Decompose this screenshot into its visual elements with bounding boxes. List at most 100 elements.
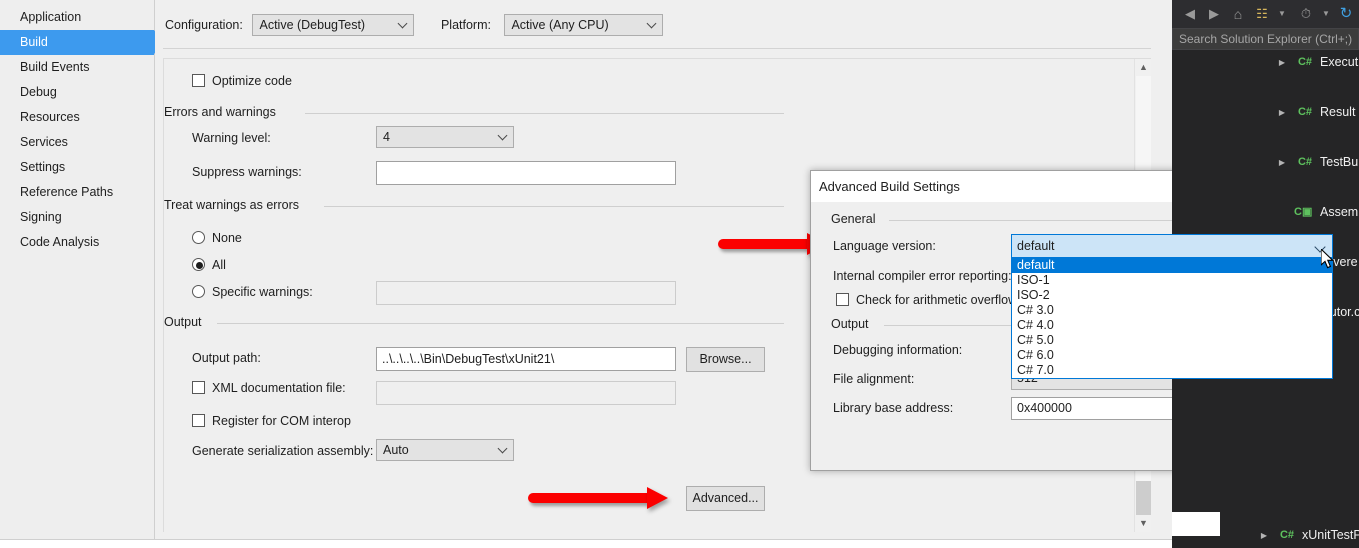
chevron-down-icon	[497, 443, 508, 454]
platform-value: Active (Any CPU)	[511, 18, 609, 32]
language-version-option-list[interactable]: default ISO-1 ISO-2 C# 3.0 C# 4.0 C# 5.0…	[1011, 258, 1333, 379]
refresh-icon[interactable]: ↻	[1336, 4, 1356, 24]
scroll-down-icon[interactable]: ▼	[1135, 515, 1152, 532]
output-group-title: Output	[164, 315, 209, 329]
output-path-input[interactable]: ..\..\..\..\Bin\DebugTest\xUnit21\	[376, 347, 676, 371]
file-alignment-label: File alignment:	[833, 372, 915, 386]
suppress-warnings-input[interactable]	[376, 161, 676, 185]
expander-icon[interactable]: ▶	[1258, 523, 1270, 548]
serialization-assembly-dropdown[interactable]: Auto	[376, 439, 514, 461]
sidebar-item-code-analysis[interactable]: Code Analysis	[0, 230, 154, 255]
sidebar-item-signing[interactable]: Signing	[0, 205, 154, 230]
mouse-cursor-icon	[1321, 249, 1335, 269]
expander-icon[interactable]: ▶	[1276, 150, 1288, 175]
treat-all-radio-row[interactable]: All	[192, 258, 226, 272]
com-interop-row[interactable]: Register for COM interop	[192, 414, 351, 428]
warning-level-dropdown[interactable]: 4	[376, 126, 514, 148]
tree-item[interactable]: ▶ C# Execut	[1172, 50, 1359, 75]
sidebar-item-label: Reference Paths	[20, 185, 114, 199]
chevron-down-icon	[398, 18, 408, 29]
language-option-default[interactable]: default	[1012, 258, 1332, 273]
sidebar-item-settings[interactable]: Settings	[0, 155, 154, 180]
treat-all-radio[interactable]	[192, 258, 205, 271]
advanced-button[interactable]: Advanced...	[686, 486, 765, 511]
language-option-iso-1[interactable]: ISO-1	[1012, 273, 1332, 288]
assembly-info-icon: C▣	[1294, 206, 1313, 218]
chevron-down-icon	[647, 18, 657, 29]
arithmetic-overflow-row[interactable]: Check for arithmetic overflow/u	[836, 293, 1028, 307]
com-interop-checkbox[interactable]	[192, 414, 205, 427]
treat-all-label: All	[212, 258, 226, 272]
sidebar-item-label: Code Analysis	[20, 235, 100, 249]
language-option-csharp-7[interactable]: C# 7.0	[1012, 363, 1332, 378]
scrollbar-track[interactable]	[1136, 481, 1151, 515]
sidebar-item-label: Build Events	[20, 60, 90, 74]
treat-specific-label: Specific warnings:	[212, 285, 313, 299]
pending-changes-icon[interactable]: ⏱	[1296, 4, 1316, 24]
expander-icon[interactable]: ▶	[1276, 100, 1288, 125]
annotation-arrow-advanced	[528, 487, 668, 509]
sidebar-item-label: Settings	[20, 160, 66, 174]
specific-warnings-input[interactable]	[376, 281, 676, 305]
toolbar-dropdown-icon[interactable]: ▼	[1272, 4, 1292, 24]
sidebar-item-reference-paths[interactable]: Reference Paths	[0, 180, 154, 205]
configuration-dropdown[interactable]: Active (DebugTest)	[252, 14, 415, 36]
xml-documentation-input[interactable]	[376, 381, 676, 405]
language-option-csharp-4[interactable]: C# 4.0	[1012, 318, 1332, 333]
xml-documentation-checkbox[interactable]	[192, 381, 205, 394]
optimize-code-checkbox[interactable]	[192, 74, 205, 87]
sidebar-item-resources[interactable]: Resources	[0, 105, 154, 130]
sidebar-item-debug[interactable]: Debug	[0, 80, 154, 105]
language-option-iso-2[interactable]: ISO-2	[1012, 288, 1332, 303]
dialog-title: Advanced Build Settings	[819, 179, 960, 194]
csharp-file-icon: C#	[1297, 56, 1313, 68]
tree-item[interactable]: ▶ C# xUnitTestP	[1172, 523, 1359, 548]
sidebar-item-build[interactable]: Build	[0, 30, 164, 55]
library-base-address-label: Library base address:	[833, 401, 954, 415]
sidebar-item-application[interactable]: Application	[0, 5, 154, 30]
arrow-head-icon	[647, 487, 668, 509]
sidebar-item-label: Resources	[20, 110, 80, 124]
group-divider-line	[324, 206, 784, 207]
language-option-csharp-6[interactable]: C# 6.0	[1012, 348, 1332, 363]
tree-item[interactable]: C▣Assembly	[1172, 200, 1359, 225]
treat-specific-radio-row[interactable]: Specific warnings:	[192, 285, 313, 299]
general-group-title: General	[831, 212, 883, 226]
configuration-label: Configuration:	[165, 18, 243, 32]
back-arrow-icon[interactable]: ◀	[1180, 4, 1200, 24]
platform-dropdown[interactable]: Active (Any CPU)	[504, 14, 664, 36]
arithmetic-overflow-checkbox[interactable]	[836, 293, 849, 306]
solution-explorer-search-input[interactable]: Search Solution Explorer (Ctrl+;)	[1172, 28, 1359, 50]
language-option-csharp-5[interactable]: C# 5.0	[1012, 333, 1332, 348]
xml-documentation-row[interactable]: XML documentation file:	[192, 381, 346, 395]
chevron-down-icon	[497, 130, 508, 141]
csharp-file-icon: C#	[1279, 529, 1295, 541]
optimize-code-row[interactable]: Optimize code	[192, 74, 292, 88]
expander-icon[interactable]: ▶	[1276, 50, 1288, 75]
language-option-csharp-3[interactable]: C# 3.0	[1012, 303, 1332, 318]
sidebar-item-build-events[interactable]: Build Events	[0, 55, 154, 80]
browse-button[interactable]: Browse...	[686, 347, 765, 372]
forward-arrow-icon[interactable]: ▶	[1204, 4, 1224, 24]
home-icon[interactable]: ⌂	[1228, 4, 1248, 24]
arrow-shaft	[718, 239, 807, 249]
treat-specific-radio[interactable]	[192, 285, 205, 298]
collapse-all-icon[interactable]: ☷	[1252, 4, 1272, 24]
sidebar-item-services[interactable]: Services	[0, 130, 154, 155]
solution-explorer-toolbar: ◀ ▶ ⌂ ☷ ▼ ⏱ ▼ ↻	[1172, 0, 1359, 28]
tree-item[interactable]: ▶ C# Result	[1172, 100, 1359, 125]
arithmetic-overflow-label: Check for arithmetic overflow/u	[856, 293, 1028, 307]
group-divider-line	[305, 113, 784, 114]
treat-none-radio-row[interactable]: None	[192, 231, 242, 245]
treat-none-radio[interactable]	[192, 231, 205, 244]
language-version-dropdown[interactable]: default	[1011, 234, 1333, 258]
warning-level-value: 4	[383, 130, 390, 144]
treat-none-label: None	[212, 231, 242, 245]
tree-item[interactable]: ▶ C# TestBu	[1172, 150, 1359, 175]
sidebar-item-label: Debug	[20, 85, 57, 99]
treat-warnings-title: Treat warnings as errors	[164, 198, 306, 212]
pending-dropdown-icon[interactable]: ▼	[1316, 4, 1336, 24]
xml-documentation-label: XML documentation file:	[212, 381, 346, 395]
dialog-output-group-title: Output	[831, 317, 876, 331]
scroll-up-icon[interactable]: ▲	[1135, 59, 1152, 76]
